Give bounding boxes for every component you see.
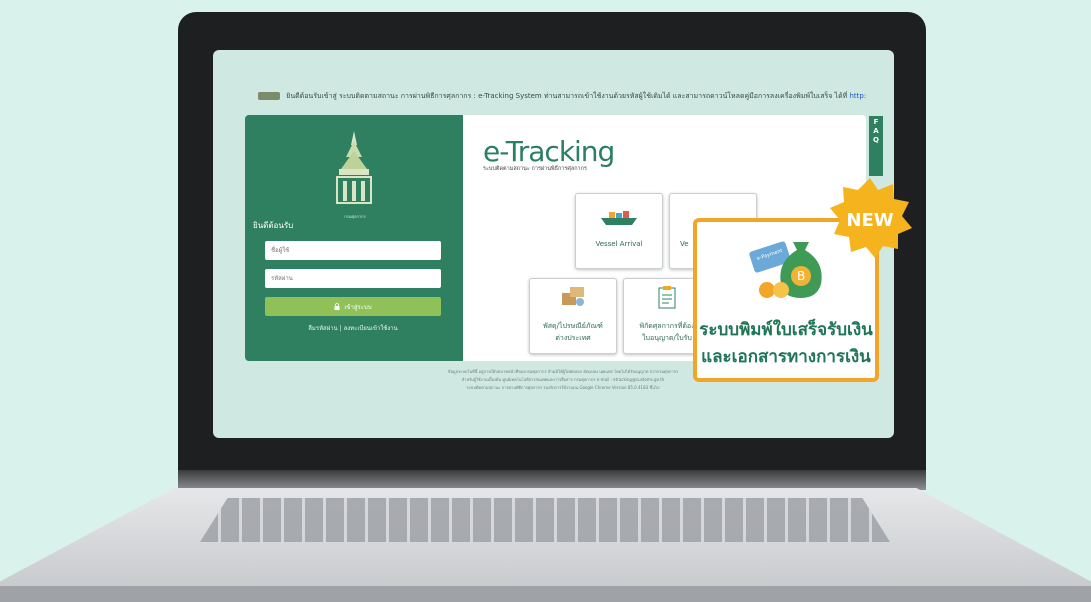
customs-mini-logo-icon xyxy=(258,92,280,100)
popup-title-line-2: และเอกสารทางการเงิน xyxy=(701,347,871,367)
password-input[interactable] xyxy=(265,269,441,288)
lock-icon xyxy=(334,303,340,310)
laptop-keyboard xyxy=(200,498,890,542)
login-button[interactable]: เข้าสู่ระบบ xyxy=(265,297,441,316)
tile-parcel-label-2: ต่างประเทศ xyxy=(555,334,591,342)
login-links: ลืมรหัสผ่าน | ลงทะเบียนเข้าใช้งาน xyxy=(265,323,441,333)
parcel-box-icon xyxy=(562,287,584,306)
new-badge-text: NEW xyxy=(846,210,893,231)
forgot-password-link[interactable]: ลืมรหัสผ่าน xyxy=(308,325,337,332)
tile-vessel-label: Vessel Arrival xyxy=(595,240,643,248)
popup-title-line-1: ระบบพิมพ์ใบเสร็จรับเงิน xyxy=(699,320,873,340)
tile-parcel-label-1: พัสดุ/ไปรษณีย์ภัณฑ์ xyxy=(543,322,603,330)
username-input[interactable] xyxy=(265,241,441,260)
tile-parcel[interactable]: พัสดุ/ไปรษณีย์ภัณฑ์ ต่างประเทศ xyxy=(529,278,617,354)
clipboard-icon xyxy=(658,286,676,309)
coin-symbol-large: B xyxy=(797,269,805,283)
faq-label: FAQ xyxy=(872,118,880,145)
links-separator: | xyxy=(339,325,342,332)
welcome-heading: ยินดีต้อนรับ xyxy=(253,221,294,230)
welcome-ticker: ยินดีต้อนรับเข้าสู่ ระบบติดตามสถานะ การผ… xyxy=(258,91,894,102)
ticker-text: ยินดีต้อนรับเข้าสู่ ระบบติดตามสถานะ การผ… xyxy=(286,92,848,100)
laptop-hinge xyxy=(178,470,926,490)
tile-vessel-arrival[interactable]: Vessel Arrival xyxy=(575,193,663,269)
customs-emblem-icon xyxy=(336,131,372,204)
etracking-logo: e-Tracking xyxy=(483,135,615,168)
new-badge-icon: NEW xyxy=(830,178,912,258)
login-button-label: เข้าสู่ระบบ xyxy=(344,303,372,311)
etracking-subtitle: ระบบติดตามสถานะ การผ่านพิธีการศุลกากร xyxy=(483,166,587,172)
money-bag-icon: e-Payment B xyxy=(749,241,822,298)
footer-line-3: ระบบติดตามสถานะ การผ่านพิธีการศุลกากร รอ… xyxy=(466,385,660,390)
faq-tab[interactable]: FAQ xyxy=(869,116,883,176)
emblem-caption: กรมศุลกากร xyxy=(344,214,366,219)
ship-icon xyxy=(601,211,637,225)
register-link[interactable]: ลงทะเบียนเข้าใช้งาน xyxy=(344,325,398,332)
ticker-link[interactable]: http: xyxy=(849,92,866,100)
laptop-deck-edge xyxy=(0,586,1091,602)
login-panel: กรมศุลกากร ยินดีต้อนรับ เข้าสู่ระบบ ลืมร… xyxy=(245,115,463,361)
